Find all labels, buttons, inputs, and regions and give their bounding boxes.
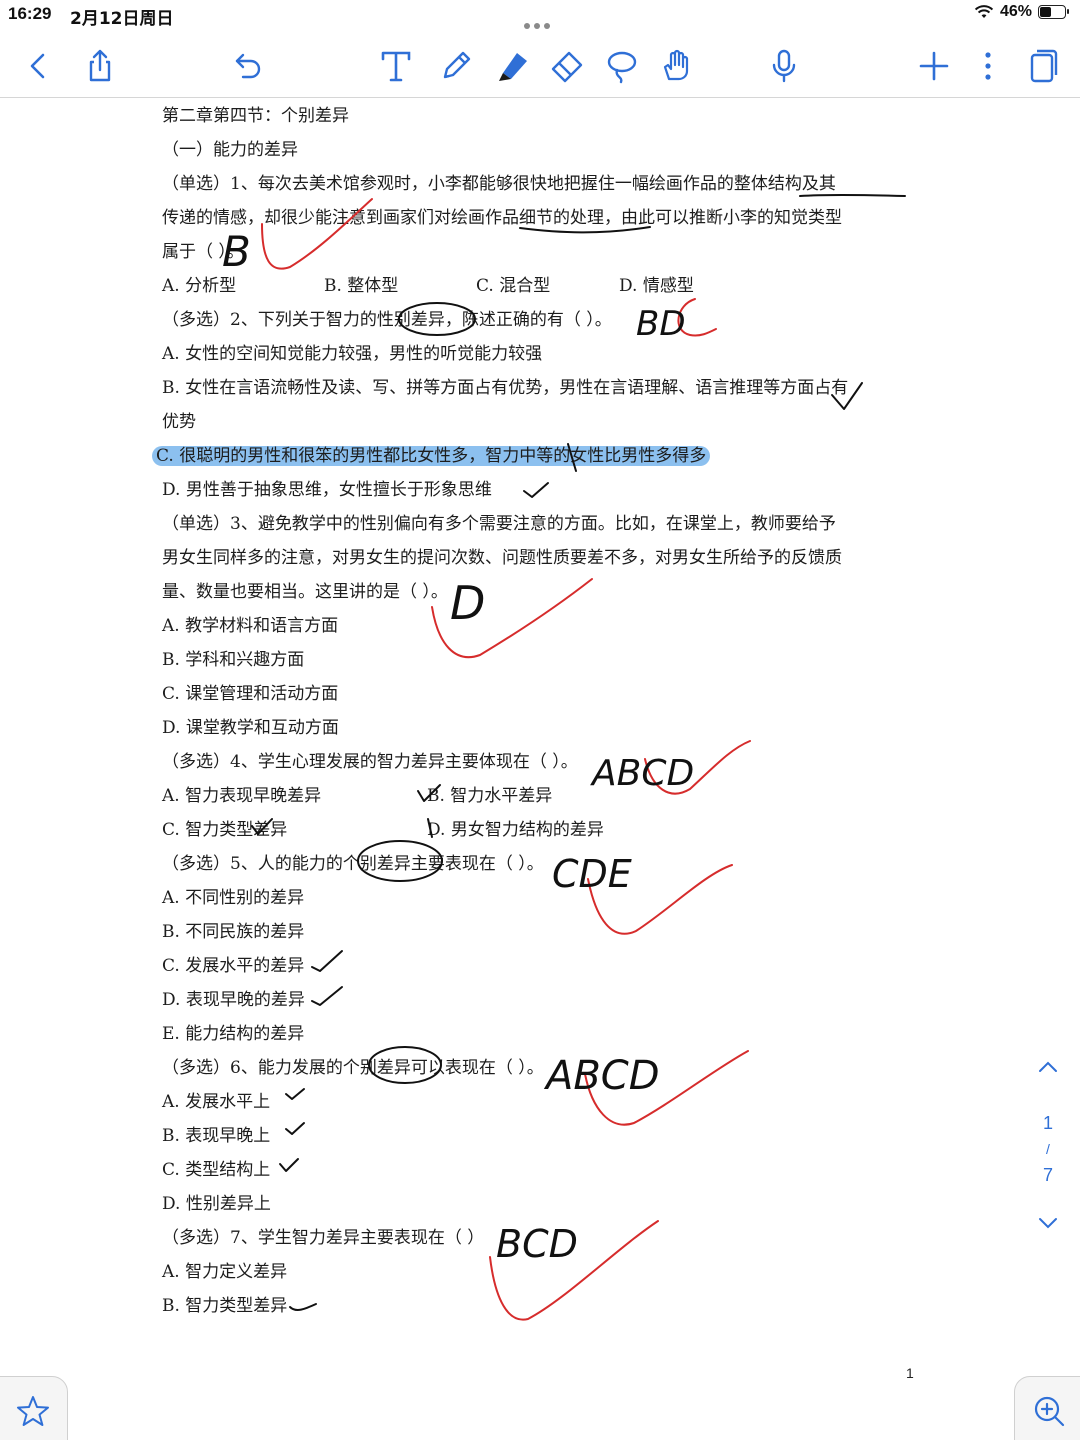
q2-option-c: C. 很聪明的男性和很笨的男性都比女性多，智力中等的女性比男性多得多 [152, 443, 711, 469]
share-icon[interactable] [78, 44, 122, 88]
check-mark [289, 1303, 317, 1312]
red-check-mark [431, 578, 593, 659]
microphone-icon[interactable] [762, 44, 806, 88]
red-check-mark [489, 1220, 659, 1321]
q5-stem: （多选）5、人的能力的个别差异主要表现在（ ）。 [162, 854, 544, 874]
document-page[interactable]: 第二章第四节：个别差异 （一）能力的差异 （单选）1、每次去美术馆参观时，小李都… [0, 99, 1080, 1440]
plus-icon[interactable] [912, 44, 956, 88]
q1-option-b: B. 整体型 [324, 276, 399, 296]
q4-option-c: C. 智力类型差异 [162, 820, 288, 840]
status-bar: 16:29 2月12日周日 46% [0, 0, 1080, 34]
q4-stem: （多选）4、学生心理发展的智力差异主要体现在（ ）。 [162, 752, 578, 772]
q3-option-c: C. 课堂管理和活动方面 [162, 684, 339, 704]
chevron-down-icon[interactable] [1037, 1216, 1059, 1230]
q7-option-a: A. 智力定义差异 [162, 1262, 288, 1282]
q4-options-ab: A. 智力表现早晚差异 B. 智力水平差异 [162, 783, 552, 809]
q2-stem: （多选）2、下列关于智力的性别差异，陈述正确的有（ ）。 [162, 310, 612, 330]
red-check-mark [584, 1050, 749, 1126]
status-time: 16:29 [8, 4, 52, 23]
q4-option-d: D. 男女智力结构的差异 [427, 820, 604, 840]
q7-stem: （多选）7、学生智力差异主要表现在（ ） [162, 1228, 485, 1248]
toolbar [0, 34, 1080, 98]
q1-options: A. 分析型 B. 整体型 C. 混合型 D. 情感型 [162, 273, 694, 299]
q3-option-a: A. 教学材料和语言方面 [162, 616, 339, 636]
q1-option-c: C. 混合型 [476, 276, 551, 296]
q3-line2: 男女生同样多的注意，对男女生的提问次数、问题性质要差不多，对男女生所给予的反馈质 [162, 548, 842, 568]
star-icon [17, 1396, 49, 1426]
hand-tool-icon[interactable] [654, 44, 698, 88]
current-page[interactable]: 1 [1032, 1110, 1064, 1136]
handwritten-answer: ABCD [543, 1053, 660, 1099]
q5-option-b: B. 不同民族的差异 [162, 922, 305, 942]
check-mark [285, 1122, 305, 1135]
pages-icon[interactable] [1020, 44, 1064, 88]
q1-line3: 属于（ ）。 [162, 242, 244, 262]
eraser-icon[interactable] [544, 44, 588, 88]
q2-option-b-line1: B. 女性在言语流畅性及读、写、拼等方面占有优势，男性在言语理解、语言推理等方面… [162, 378, 849, 398]
q1-line1: （单选）1、每次去美术馆参观时，小李都能够很快地把握住一幅绘画作品的整体结构及其 [162, 174, 836, 194]
multitasking-dots[interactable] [524, 14, 556, 29]
undo-icon[interactable] [226, 44, 270, 88]
q4-option-a: A. 智力表现早晚差异 [162, 786, 322, 806]
section-heading: （一）能力的差异 [162, 140, 298, 160]
q6-option-c: C. 类型结构上 [162, 1160, 271, 1180]
handwritten-answer: BCD [496, 1222, 578, 1266]
more-icon[interactable] [966, 44, 1010, 88]
q3-line1: （单选）3、避免教学中的性别偏向有多个需要注意的方面。比如，在课堂上，教师要给予 [162, 514, 836, 534]
status-right: 46% [974, 3, 1069, 21]
chevron-up-icon[interactable] [1037, 1060, 1059, 1074]
q3-line3: 量、数量也要相当。这里讲的是（ ）。 [162, 582, 448, 602]
red-check-mark [644, 740, 751, 795]
q2-option-b-line2: 优势 [162, 412, 196, 432]
page-navigator: 1 / 7 [1032, 1060, 1064, 1230]
q7-option-b: B. 智力类型差异 [162, 1296, 288, 1316]
page-separator: / [1046, 1141, 1050, 1157]
q6-option-b: B. 表现早晚上 [162, 1126, 271, 1146]
chapter-title: 第二章第四节：个别差异 [162, 106, 349, 126]
q2-option-a: A. 女性的空间知觉能力较强，男性的听觉能力较强 [162, 344, 543, 364]
lasso-icon[interactable] [600, 44, 644, 88]
battery-icon [1038, 5, 1069, 19]
battery-percent: 46% [999, 3, 1032, 20]
q5-option-d: D. 表现早晚的差异 [162, 990, 305, 1010]
check-mark [311, 950, 343, 972]
check-mark [279, 1158, 299, 1172]
handwritten-answer: BD [636, 304, 686, 344]
total-pages: 7 [1042, 1165, 1053, 1185]
q6-option-a: A. 发展水平上 [162, 1092, 271, 1112]
check-mark [311, 986, 343, 1006]
red-check-mark [587, 864, 733, 935]
q6-stem: （多选）6、能力发展的个别差异可以表现在（ ）。 [162, 1058, 544, 1078]
q6-option-d: D. 性别差异上 [162, 1194, 271, 1214]
chevron-left-icon[interactable] [16, 44, 60, 88]
zoom-button[interactable] [1014, 1376, 1080, 1440]
highlighted-text: C. 很聪明的男性和很笨的男性都比女性多，智力中等的女性比男性多得多 [152, 446, 711, 466]
page-number: 1 [906, 1365, 914, 1381]
pen-icon[interactable] [434, 44, 478, 88]
zoom-in-icon [1034, 1396, 1065, 1427]
handwritten-answer: CDE [552, 852, 632, 896]
q5-option-c: C. 发展水平的差异 [162, 956, 305, 976]
q3-option-d: D. 课堂教学和互动方面 [162, 718, 339, 738]
wifi-icon [974, 5, 994, 18]
q4-options-cd: C. 智力类型差异 D. 男女智力结构的差异 [162, 817, 604, 843]
favorite-button[interactable] [0, 1376, 68, 1440]
q1-option-a: A. 分析型 [162, 276, 237, 296]
handwritten-answer: ABCD [590, 753, 694, 794]
q1-line2: 传递的情感，却很少能注意到画家们对绘画作品细节的处理，由此可以推断小李的知觉类型 [162, 208, 842, 228]
highlighter-icon[interactable] [490, 44, 534, 88]
status-date: 2月12日周日 [70, 9, 174, 29]
check-mark [523, 482, 549, 498]
check-mark [285, 1088, 305, 1100]
text-tool-icon[interactable] [374, 44, 418, 88]
q5-option-e: E. 能力结构的差异 [162, 1024, 305, 1044]
q2-option-d: D. 男性善于抽象思维，女性擅长于形象思维 [162, 480, 492, 500]
q1-option-d: D. 情感型 [619, 276, 694, 296]
q4-option-b: B. 智力水平差异 [427, 786, 553, 806]
red-check-mark [677, 298, 717, 337]
q5-option-a: A. 不同性别的差异 [162, 888, 305, 908]
handwritten-answer: D [450, 576, 485, 630]
q3-option-b: B. 学科和兴趣方面 [162, 650, 305, 670]
